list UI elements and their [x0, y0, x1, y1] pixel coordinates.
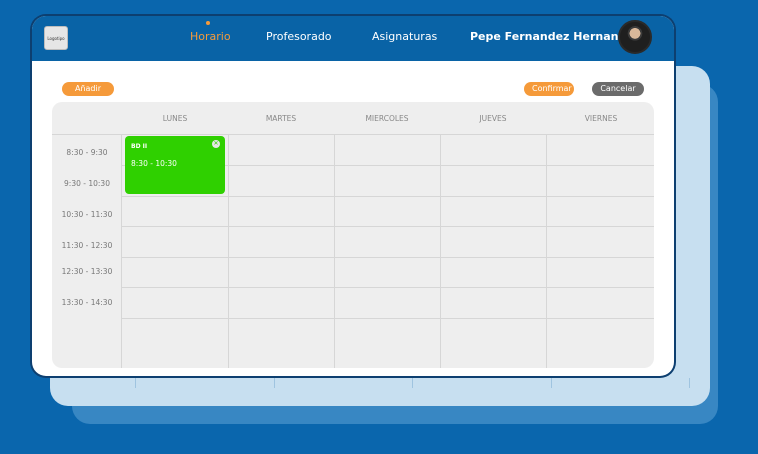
nav-asignaturas[interactable]: Asignaturas	[372, 30, 437, 43]
day-header-viernes: VIERNES	[584, 114, 618, 123]
schedule-event[interactable]: BD II 8:30 - 10:30 ✕	[125, 136, 225, 194]
add-button[interactable]: Añadir	[62, 82, 114, 96]
logo[interactable]: Logotipo	[44, 26, 68, 50]
avatar[interactable]	[618, 20, 652, 54]
column-divider	[546, 134, 547, 368]
time-slot-label: 10:30 - 11:30	[61, 210, 113, 219]
user-name[interactable]: Pepe Fernandez Hernandez	[470, 30, 640, 43]
event-time: 8:30 - 10:30	[131, 159, 177, 168]
confirm-button[interactable]: Confirmar	[524, 82, 574, 96]
close-icon[interactable]: ✕	[212, 140, 220, 148]
row-divider	[122, 318, 654, 319]
time-slot-label: 11:30 - 12:30	[61, 241, 113, 250]
event-title: BD II	[131, 143, 148, 150]
row-divider	[122, 196, 654, 197]
day-header-miercoles: MIERCOLES	[365, 114, 409, 123]
column-divider	[334, 134, 335, 368]
column-divider	[228, 134, 229, 368]
time-slot-label: 8:30 - 9:30	[66, 148, 108, 157]
row-divider	[122, 257, 654, 258]
header-divider	[52, 134, 654, 135]
row-divider	[122, 226, 654, 227]
column-divider	[440, 134, 441, 368]
top-navbar: Logotipo Horario Profesorado Asignaturas…	[32, 16, 674, 61]
active-indicator-dot	[206, 21, 210, 25]
nav-profesorado[interactable]: Profesorado	[266, 30, 332, 43]
schedule-window: Logotipo Horario Profesorado Asignaturas…	[32, 16, 674, 376]
column-divider	[121, 134, 122, 368]
schedule-grid: LUNES MARTES MIERCOLES JUEVES VIERNES 8:…	[52, 102, 654, 368]
time-slot-label: 13:30 - 14:30	[61, 298, 113, 307]
row-divider	[122, 287, 654, 288]
nav-horario[interactable]: Horario	[190, 30, 231, 43]
cancel-button[interactable]: Cancelar	[592, 82, 644, 96]
time-slot-label: 9:30 - 10:30	[64, 179, 110, 188]
time-slot-label: 12:30 - 13:30	[61, 267, 113, 276]
day-header-lunes: LUNES	[162, 114, 188, 123]
day-header-martes: MARTES	[265, 114, 297, 123]
day-header-jueves: JUEVES	[479, 114, 507, 123]
